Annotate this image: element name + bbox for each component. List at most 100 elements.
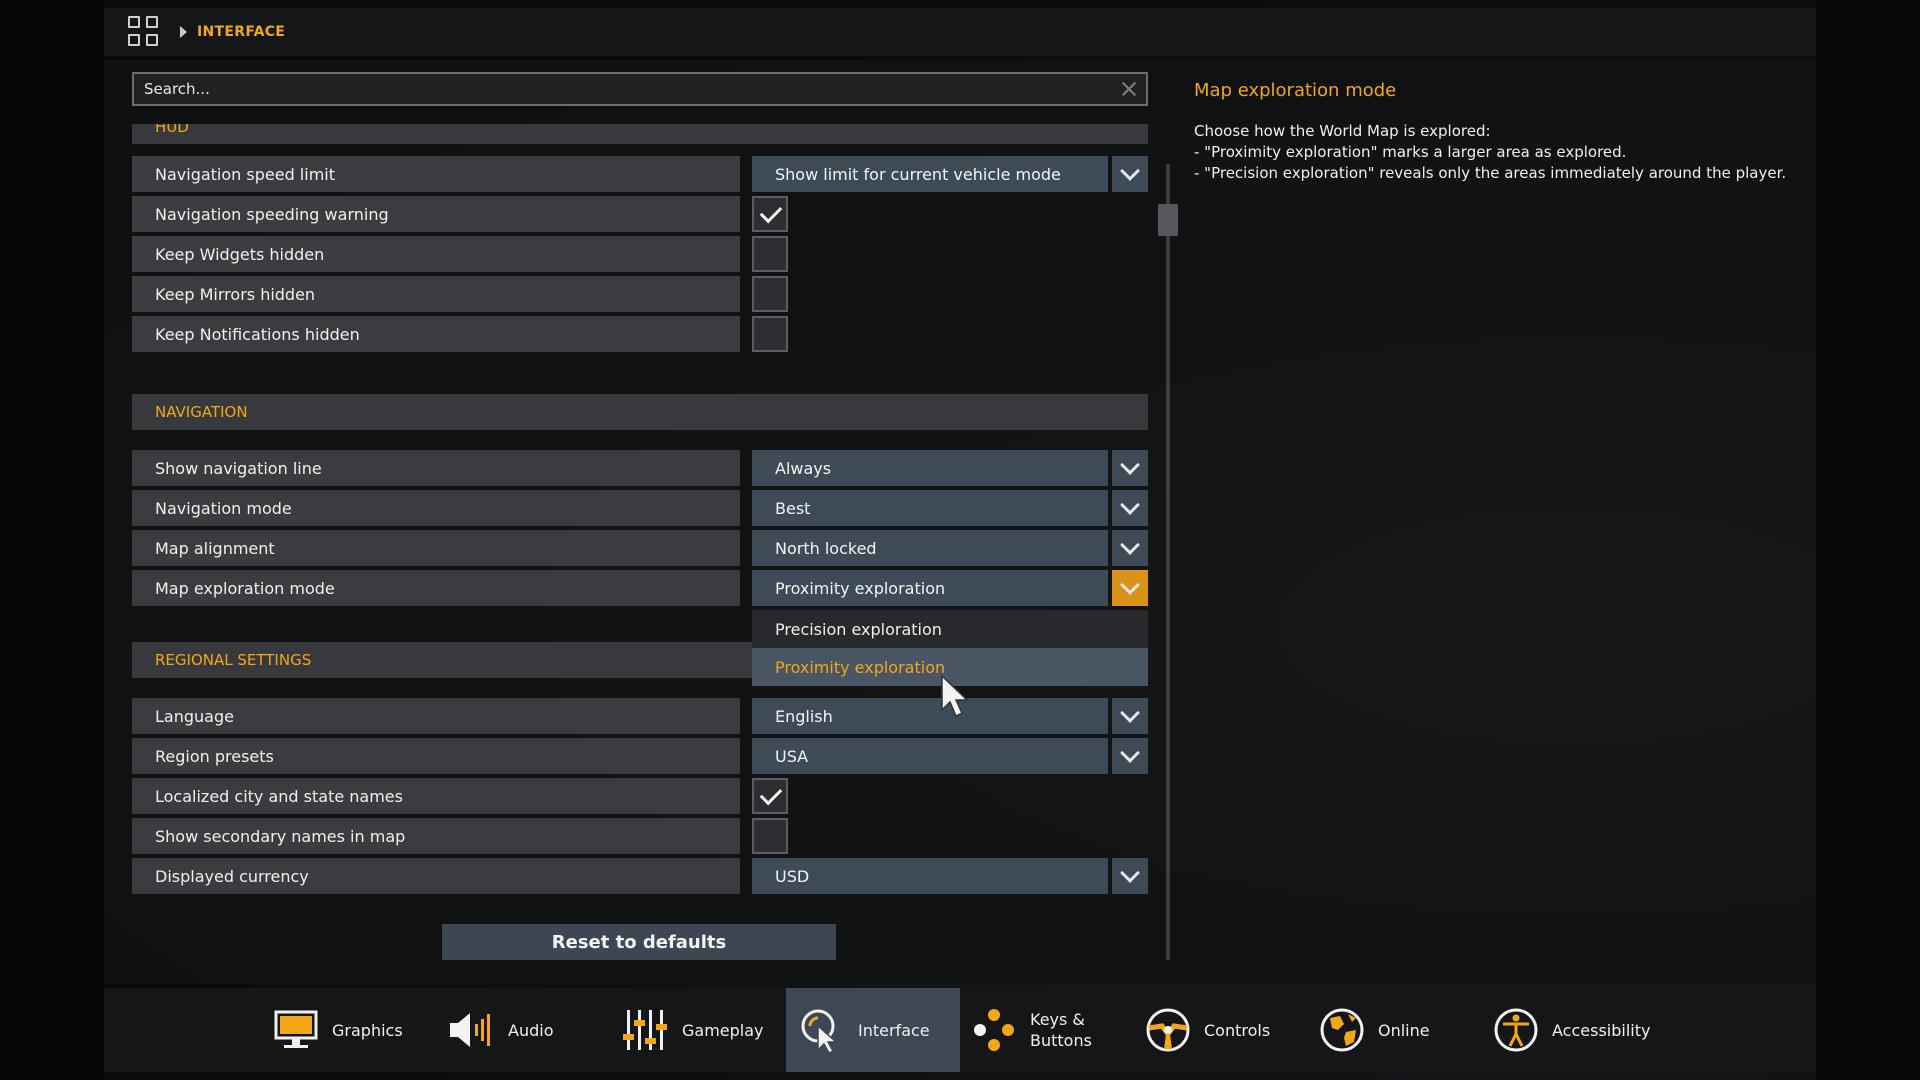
dots-icon (970, 1006, 1018, 1054)
checkbox-localized-city-names[interactable] (752, 778, 788, 814)
tab-controls[interactable]: Controls (1144, 988, 1294, 1072)
setting-label: Keep Mirrors hidden (132, 276, 740, 312)
settings-list: HUD Navigation speed limit Show limit fo… (132, 124, 1152, 960)
description-line: - "Precision exploration" reveals only t… (1194, 164, 1787, 182)
tab-label: Audio (508, 1020, 554, 1040)
chevron-down-icon[interactable] (1112, 738, 1148, 774)
dropdown-displayed-currency[interactable]: USD (752, 858, 1108, 894)
tab-label: Keys & Buttons (1030, 1009, 1092, 1051)
right-frame (1816, 0, 1920, 1080)
chevron-down-icon[interactable] (1112, 570, 1148, 606)
setting-label: Localized city and state names (132, 778, 740, 814)
setting-row: Navigation mode Best (132, 490, 1148, 526)
dropdown-show-navigation-line[interactable]: Always (752, 450, 1108, 486)
tab-online[interactable]: Online (1318, 988, 1448, 1072)
globe-icon (1318, 1006, 1366, 1054)
mouse-cursor-icon (941, 674, 969, 718)
checkbox-show-secondary-names[interactable] (752, 818, 788, 854)
checkbox-keep-mirrors-hidden[interactable] (752, 276, 788, 312)
cursor-icon (798, 1006, 846, 1054)
left-frame (0, 0, 104, 1080)
chevron-down-icon[interactable] (1112, 530, 1148, 566)
tab-audio[interactable]: Audio (448, 988, 588, 1072)
tab-accessibility[interactable]: Accessibility (1492, 988, 1662, 1072)
tab-label-line: Keys & (1030, 1010, 1085, 1029)
top-bar: INTERFACE (104, 8, 1816, 56)
setting-row: Region presets USA (132, 738, 1148, 774)
checkbox-navigation-speeding-warning[interactable] (752, 196, 788, 232)
setting-label: Region presets (132, 738, 740, 774)
settings-panel: Search... HUD Navigation speed limit Sho… (104, 60, 1816, 984)
setting-row: Show secondary names in map (132, 818, 1148, 854)
setting-label: Navigation mode (132, 490, 740, 526)
grid-menu-icon[interactable] (128, 16, 160, 48)
setting-label: Map alignment (132, 530, 740, 566)
breadcrumb: INTERFACE (197, 24, 286, 40)
option-precision-exploration[interactable]: Precision exploration (752, 610, 1148, 648)
tab-interface[interactable]: Interface (786, 988, 960, 1072)
tab-gameplay[interactable]: Gameplay (622, 988, 782, 1072)
bottom-nav: Graphics Audio Gameplay Interface Keys &… (104, 988, 1816, 1072)
sliders-icon (622, 1006, 670, 1054)
tab-label: Accessibility (1552, 1020, 1651, 1040)
accessibility-icon (1492, 1006, 1540, 1054)
section-hud: HUD (132, 124, 1148, 144)
setting-label: Displayed currency (132, 858, 740, 894)
setting-label: Show navigation line (132, 450, 740, 486)
description-line: Choose how the World Map is explored: (1194, 122, 1491, 140)
steering-wheel-icon (1144, 1006, 1192, 1054)
dropdown-map-exploration-mode[interactable]: Proximity exploration (752, 570, 1108, 606)
setting-label: Navigation speeding warning (132, 196, 740, 232)
tab-label-line: Buttons (1030, 1031, 1092, 1050)
setting-label: Keep Widgets hidden (132, 236, 740, 272)
dropdown-region-presets[interactable]: USA (752, 738, 1108, 774)
chevron-down-icon[interactable] (1112, 490, 1148, 526)
tab-label: Interface (858, 1020, 930, 1040)
setting-label: Keep Notifications hidden (132, 316, 740, 352)
scrollbar-thumb[interactable] (1158, 204, 1178, 236)
setting-label: Navigation speed limit (132, 156, 740, 192)
tab-label: Controls (1204, 1020, 1271, 1040)
setting-label: Show secondary names in map (132, 818, 740, 854)
search-input[interactable]: Search... (144, 80, 1118, 98)
tab-graphics[interactable]: Graphics (272, 988, 432, 1072)
speaker-icon (448, 1006, 496, 1054)
clear-search-icon[interactable] (1118, 78, 1140, 100)
tab-keys-buttons[interactable]: Keys & Buttons (970, 988, 1110, 1072)
checkbox-keep-widgets-hidden[interactable] (752, 236, 788, 272)
tab-label: Graphics (332, 1020, 403, 1040)
scrollbar-track[interactable] (1166, 164, 1170, 960)
dropdown-language[interactable]: English (752, 698, 1108, 734)
section-navigation: NAVIGATION (132, 394, 1148, 430)
chevron-down-icon[interactable] (1112, 698, 1148, 734)
dropdown-map-alignment[interactable]: North locked (752, 530, 1108, 566)
search-box[interactable]: Search... (132, 72, 1148, 106)
description-panel: Map exploration mode Choose how the Worl… (1194, 80, 1794, 184)
setting-row: Show navigation line Always (132, 450, 1148, 486)
setting-row: Map exploration mode Proximity explorati… (132, 570, 1148, 606)
setting-row: Map alignment North locked (132, 530, 1148, 566)
setting-row: Keep Mirrors hidden (132, 276, 1148, 312)
setting-row: Keep Notifications hidden (132, 316, 1148, 352)
description-line: - "Proximity exploration" marks a larger… (1194, 143, 1627, 161)
setting-label: Map exploration mode (132, 570, 740, 606)
tab-label: Online (1378, 1020, 1430, 1040)
setting-row: Localized city and state names (132, 778, 1148, 814)
reset-to-defaults-button[interactable]: Reset to defaults (442, 924, 836, 960)
tab-label: Gameplay (682, 1020, 764, 1040)
description-title: Map exploration mode (1194, 80, 1397, 101)
setting-row: Navigation speed limit Show limit for cu… (132, 156, 1148, 192)
breadcrumb-arrow-icon (180, 26, 187, 38)
setting-row: Keep Widgets hidden (132, 236, 1148, 272)
chevron-down-icon[interactable] (1112, 156, 1148, 192)
setting-row: Language English (132, 698, 1148, 734)
setting-row: Displayed currency USD (132, 858, 1148, 894)
monitor-icon (272, 1006, 320, 1054)
setting-label: Language (132, 698, 740, 734)
chevron-down-icon[interactable] (1112, 858, 1148, 894)
setting-row: Navigation speeding warning (132, 196, 1148, 232)
chevron-down-icon[interactable] (1112, 450, 1148, 486)
dropdown-navigation-speed-limit[interactable]: Show limit for current vehicle mode (752, 156, 1108, 192)
checkbox-keep-notifications-hidden[interactable] (752, 316, 788, 352)
dropdown-navigation-mode[interactable]: Best (752, 490, 1108, 526)
